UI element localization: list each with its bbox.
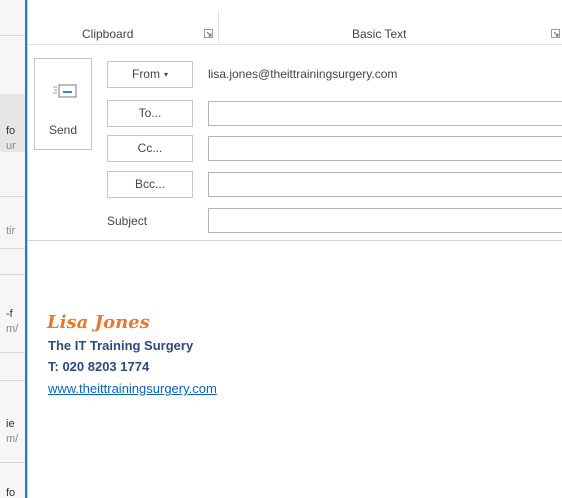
list-divider [0,35,25,36]
to-field[interactable] [208,101,562,126]
list-divider [0,196,25,197]
ribbon-group-separator [218,10,219,42]
list-item-fragment: -f [6,308,13,320]
ribbon-group-clipboard-label: Clipboard [82,27,134,41]
list-item-fragment: tir [6,225,16,237]
list-divider [0,248,25,249]
list-divider [0,274,25,275]
ribbon-group-basic-text-label: Basic Text [352,27,407,41]
subject-field[interactable] [208,208,562,233]
message-body[interactable]: Lisa Jones The IT Training Surgery T: 02… [28,241,562,498]
signature-website-link[interactable]: www.theittrainingsurgery.com [48,381,217,396]
send-button[interactable]: Send [34,58,92,150]
list-divider [0,462,25,463]
list-item-fragment: m/ [6,433,19,445]
bcc-button[interactable]: Bcc... [107,171,193,198]
compose-window: Clipboard Basic Text Send From ▾ lisa.jon… [27,0,562,498]
list-item-fragment: fo [6,125,16,137]
ribbon: Clipboard Basic Text [28,0,562,45]
from-button-label: From [131,67,160,81]
dialog-launcher-icon[interactable] [551,29,560,38]
list-item-fragment: ur [6,140,16,152]
signature-name: Lisa Jones [47,312,150,333]
to-button[interactable]: To... [107,100,193,127]
dialog-launcher-icon[interactable] [204,29,213,38]
send-button-label: Send [48,123,78,137]
send-envelope-icon [53,84,77,98]
list-divider [0,352,25,353]
from-button[interactable]: From ▾ [107,61,193,88]
list-item-fragment: fo [6,487,16,498]
signature-phone: T: 020 8203 1774 [48,359,150,374]
signature-company: The IT Training Surgery [48,338,194,353]
cc-field[interactable] [208,136,562,161]
list-divider [0,380,25,381]
from-address: lisa.jones@theittrainingsurgery.com [208,67,398,81]
list-item-fragment: m/ [6,323,19,335]
list-item-fragment: ie [6,418,15,430]
bcc-field[interactable] [208,172,562,197]
background-mail-list: fo ur tir -f m/ ie m/ fo [0,0,25,498]
cc-button[interactable]: Cc... [107,135,193,162]
subject-label: Subject [107,214,148,228]
chevron-down-icon: ▾ [163,70,168,79]
